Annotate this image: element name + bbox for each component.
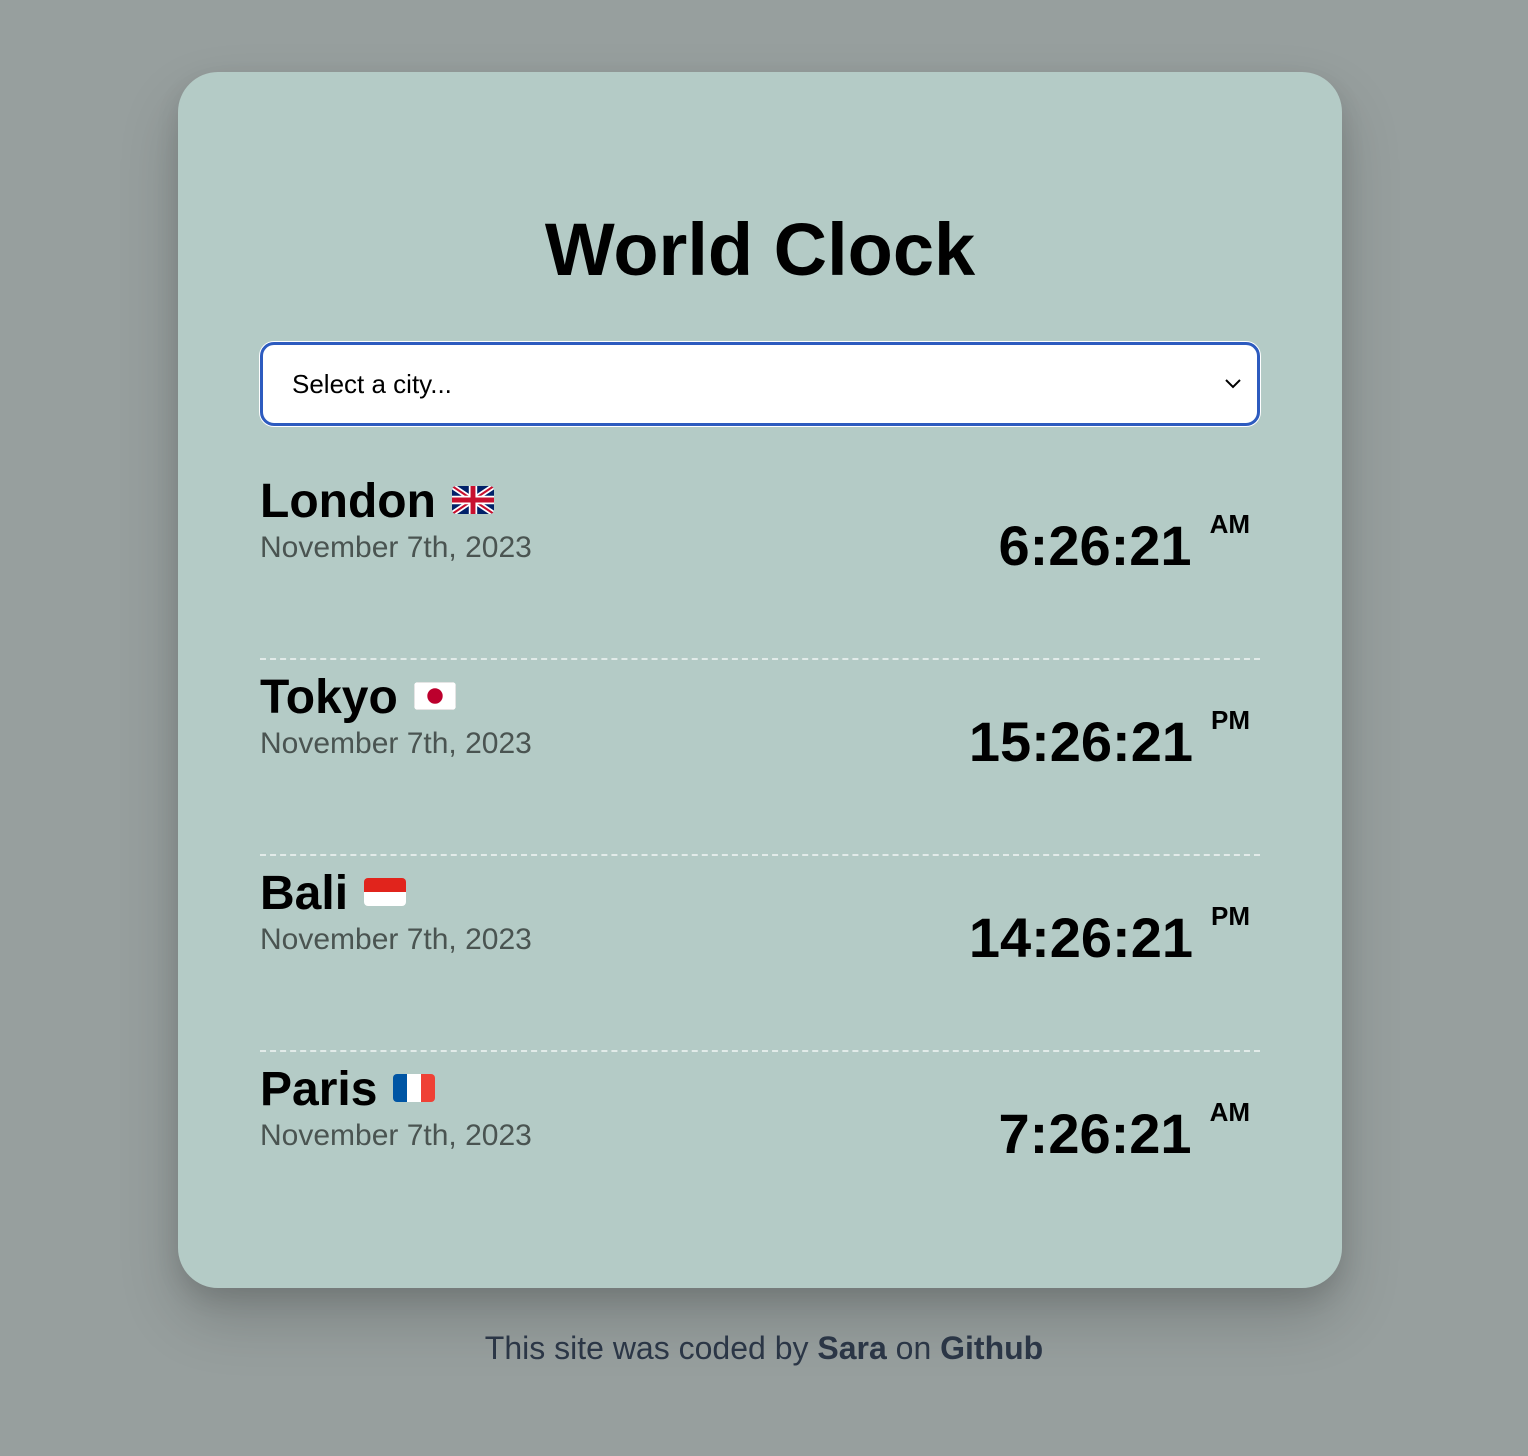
city-name-row: Bali bbox=[260, 866, 407, 922]
footer-middle: on bbox=[886, 1330, 941, 1366]
github-link[interactable]: Github bbox=[940, 1330, 1043, 1366]
city-name-row: Tokyo bbox=[260, 670, 456, 726]
city-row-tokyo: Tokyo November 7th, 2023 15:26:21 PM bbox=[260, 660, 1260, 856]
city-row-paris: Paris November 7th, 2023 7:26:21 AM bbox=[260, 1052, 1260, 1248]
page-title: World Clock bbox=[544, 208, 976, 291]
city-select-value: Select a city... bbox=[292, 369, 452, 399]
uk-flag-icon bbox=[451, 486, 494, 515]
indonesia-flag-icon bbox=[364, 878, 407, 907]
city-date: November 7th, 2023 bbox=[260, 1119, 532, 1152]
japan-flag-icon bbox=[413, 682, 456, 711]
city-name: London bbox=[260, 475, 436, 528]
author-link[interactable]: Sara bbox=[817, 1330, 886, 1366]
footer-prefix: This site was coded by bbox=[484, 1330, 818, 1366]
footer: This site was coded by Sara on Github bbox=[0, 1328, 1528, 1368]
am-pm-label: AM bbox=[1209, 1097, 1250, 1127]
time-value: 14:26:21 bbox=[968, 906, 1193, 969]
france-flag-icon bbox=[393, 1074, 436, 1103]
city-date: November 7th, 2023 bbox=[260, 923, 532, 956]
city-name-row: Paris bbox=[260, 1062, 436, 1118]
city-time: 7:26:21 AM bbox=[998, 1098, 1250, 1166]
time-value: 7:26:21 bbox=[998, 1102, 1192, 1165]
city-name: Paris bbox=[260, 1063, 378, 1116]
city-name: Tokyo bbox=[260, 671, 398, 724]
city-date: November 7th, 2023 bbox=[260, 727, 532, 760]
am-pm-label: AM bbox=[1209, 509, 1250, 539]
chevron-down-icon bbox=[1225, 379, 1241, 389]
city-date: November 7th, 2023 bbox=[260, 531, 532, 564]
time-value: 6:26:21 bbox=[998, 514, 1192, 577]
city-select[interactable]: Select a city... bbox=[260, 342, 1260, 426]
city-row-bali: Bali November 7th, 2023 14:26:21 PM bbox=[260, 856, 1260, 1052]
world-clock-card: World Clock Select a city... London Nove… bbox=[178, 72, 1342, 1288]
city-time: 14:26:21 PM bbox=[968, 902, 1250, 970]
city-name: Bali bbox=[260, 867, 349, 920]
city-name-row: London bbox=[260, 474, 494, 530]
city-time: 15:26:21 PM bbox=[968, 706, 1250, 774]
city-time: 6:26:21 AM bbox=[998, 510, 1250, 578]
am-pm-label: PM bbox=[1211, 705, 1250, 735]
am-pm-label: PM bbox=[1211, 901, 1250, 931]
city-row-london: London November 7th, 2023 6:26:21 AM bbox=[260, 464, 1260, 660]
time-value: 15:26:21 bbox=[968, 710, 1193, 773]
